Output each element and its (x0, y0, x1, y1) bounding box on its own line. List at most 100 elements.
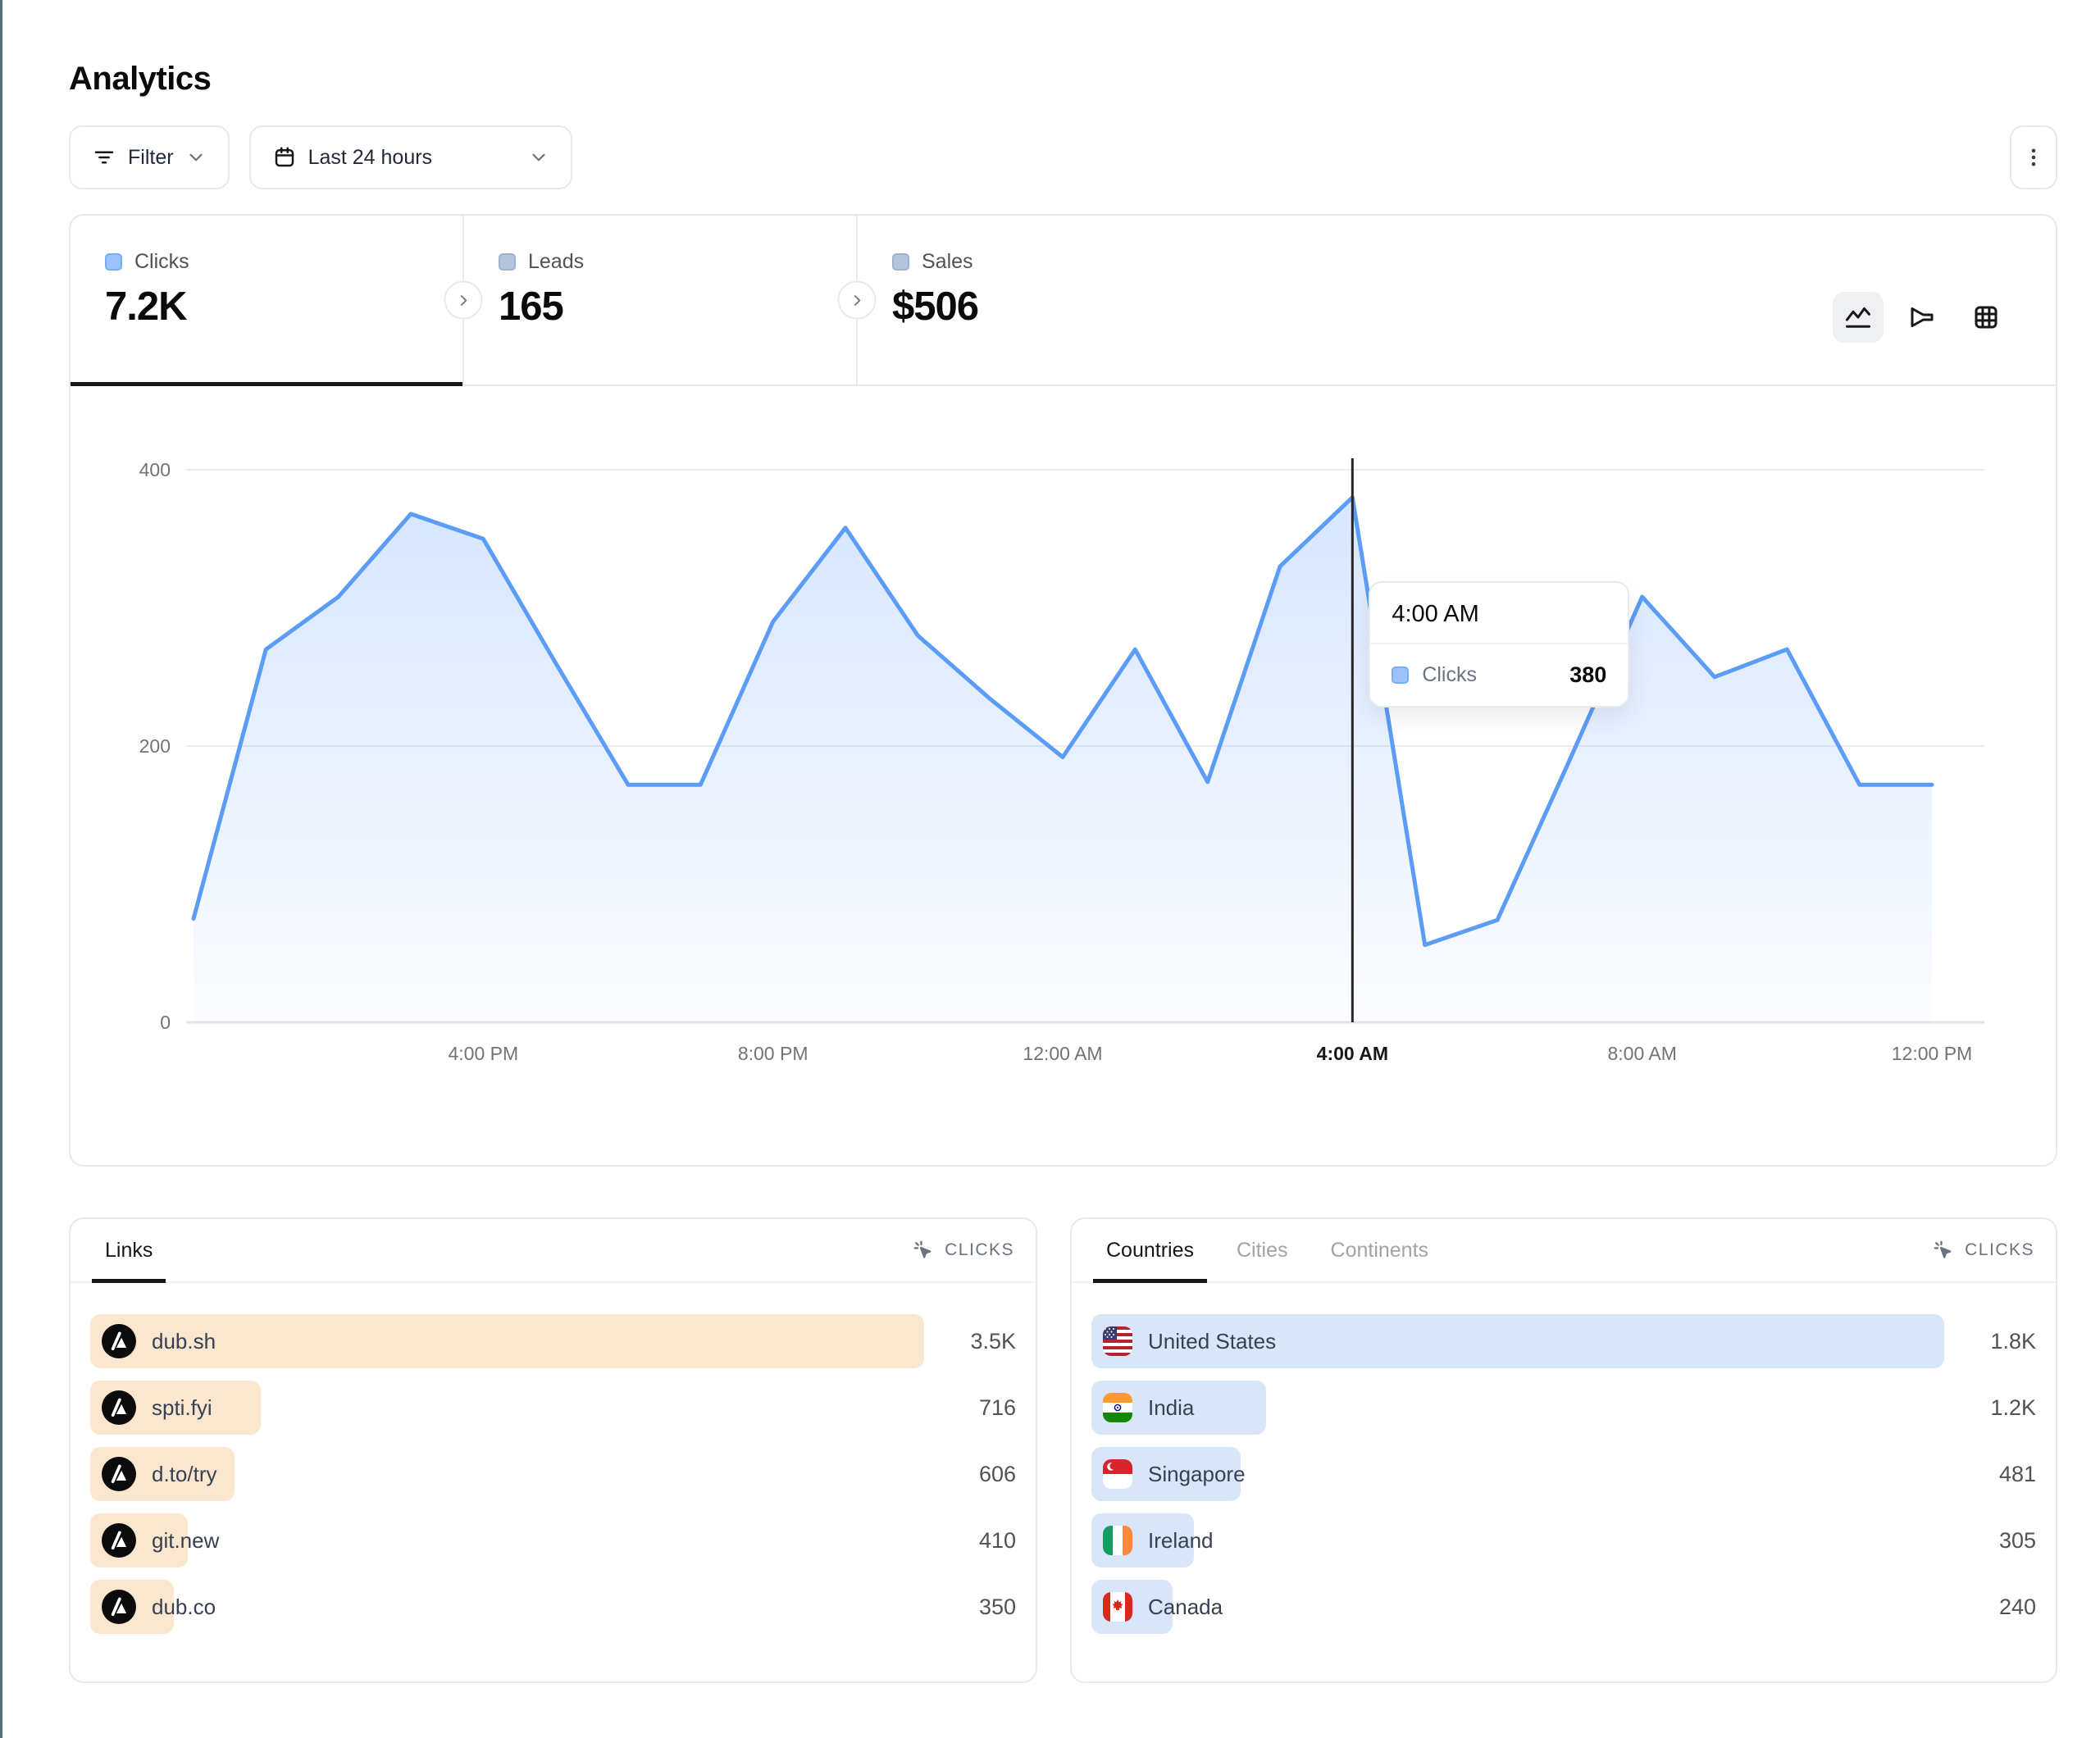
links-list: dub.sh3.5K spti.fyi 716 d.to/try606 git.n… (71, 1283, 1036, 1634)
row-label: India (1148, 1395, 1194, 1421)
clicks-swatch-icon (105, 253, 122, 271)
table-row[interactable]: dub.sh3.5K (90, 1314, 1016, 1368)
chevron-right-icon (454, 291, 472, 309)
table-row[interactable]: d.to/try606 (90, 1447, 1016, 1501)
page-title: Analytics (69, 61, 2057, 98)
cursor-click-icon (912, 1239, 935, 1262)
countries-list: United States 1.8K India1.2K Singapore 481… (1072, 1283, 2056, 1634)
cursor-click-icon (1932, 1239, 1955, 1262)
link-favicon-icon (102, 1590, 136, 1624)
tab-leads[interactable]: Leads 165 (464, 216, 856, 384)
link-favicon-icon (102, 1457, 136, 1491)
svg-text:200: 200 (139, 735, 171, 757)
table-row[interactable]: India1.2K (1091, 1381, 2036, 1435)
leads-swatch-icon (499, 253, 516, 271)
row-label: git.new (152, 1528, 219, 1554)
row-label: spti.fyi (152, 1395, 212, 1421)
chart-type-line-button[interactable] (1833, 292, 1884, 343)
table-row[interactable]: Ireland 305 (1091, 1513, 2036, 1567)
filter-icon (92, 145, 116, 170)
table-row[interactable]: spti.fyi 716 (90, 1381, 1016, 1435)
table-row[interactable]: git.new 410 (90, 1513, 1016, 1567)
date-range-label: Last 24 hours (308, 146, 433, 170)
tab-clicks[interactable]: Clicks 7.2K (71, 216, 462, 384)
links-metric-label: CLICKS (945, 1240, 1014, 1260)
us-flag-icon (1103, 1326, 1132, 1356)
table-row[interactable]: Singapore 481 (1091, 1447, 2036, 1501)
row-clicks-value: 350 (924, 1595, 1016, 1620)
chevron-down-icon (185, 147, 207, 168)
link-favicon-icon (102, 1390, 136, 1425)
tab-cities[interactable]: Cities (1233, 1219, 1291, 1281)
row-label: dub.co (152, 1595, 216, 1620)
svg-text:12:00 AM: 12:00 AM (1023, 1043, 1102, 1064)
grid-icon (1971, 303, 2001, 332)
ie-flag-icon (1103, 1526, 1132, 1555)
chart-tooltip: 4:00 AM Clicks 380 (1369, 581, 1629, 707)
svg-text:8:00 AM: 8:00 AM (1607, 1043, 1676, 1064)
sales-value: $506 (892, 284, 978, 330)
window-edge-strip (0, 0, 2, 1738)
line-chart-icon (1843, 303, 1873, 332)
filter-label: Filter (128, 146, 174, 170)
tooltip-swatch-icon (1392, 667, 1409, 684)
links-metric-selector[interactable]: CLICKS (912, 1239, 1014, 1262)
toolbar: Filter Last 24 hours (69, 125, 2057, 189)
row-clicks-value: 305 (1944, 1528, 2036, 1554)
table-row[interactable]: dub.co 350 (90, 1580, 1016, 1634)
countries-panel: Countries Cities Continents CLICKS U (1070, 1217, 2057, 1683)
in-flag-icon (1103, 1393, 1132, 1422)
funnel-icon (1907, 303, 1937, 332)
chevron-down-icon (528, 147, 549, 168)
clicks-label: Clicks (134, 250, 189, 274)
kebab-menu-icon (2022, 146, 2045, 169)
table-row[interactable]: United States 1.8K (1091, 1314, 2036, 1368)
row-label: United States (1148, 1329, 1276, 1354)
tab-countries[interactable]: Countries (1103, 1219, 1197, 1281)
expand-sales-button[interactable] (838, 281, 877, 320)
analytics-card: Clicks 7.2K Leads 165 (69, 214, 2057, 1167)
svg-text:12:00 PM: 12:00 PM (1892, 1043, 1972, 1064)
sales-swatch-icon (892, 253, 909, 271)
link-favicon-icon (102, 1523, 136, 1558)
row-label: Ireland (1148, 1528, 1214, 1554)
clicks-area-chart[interactable]: 0 200 400 4:00 PM 8:00 PM 12:00 AM 4:00 AM 8:00… (71, 386, 2056, 1165)
chevron-right-icon (848, 291, 866, 309)
chart-type-switcher (1833, 250, 2056, 384)
chart-type-funnel-button[interactable] (1897, 292, 1947, 343)
clicks-value: 7.2K (105, 284, 462, 330)
calendar-icon (272, 145, 297, 170)
row-clicks-value: 481 (1944, 1462, 2036, 1487)
row-clicks-value: 410 (924, 1528, 1016, 1554)
date-range-button[interactable]: Last 24 hours (249, 125, 572, 189)
table-row[interactable]: Canada 240 (1091, 1580, 2036, 1634)
expand-leads-button[interactable] (444, 281, 483, 320)
sales-label: Sales (922, 250, 973, 274)
svg-text:4:00 AM: 4:00 AM (1317, 1043, 1388, 1064)
link-favicon-icon (102, 1324, 136, 1358)
svg-text:400: 400 (139, 459, 171, 480)
filter-button[interactable]: Filter (69, 125, 230, 189)
row-clicks-value: 716 (924, 1395, 1016, 1421)
more-options-button[interactable] (2010, 125, 2057, 189)
links-panel: Links CLICKS dub.sh3.5K spti.fyi 716 d.to… (69, 1217, 1037, 1683)
svg-text:0: 0 (160, 1012, 171, 1033)
tooltip-time: 4:00 AM (1370, 583, 1628, 643)
sg-flag-icon (1103, 1459, 1132, 1489)
row-clicks-value: 240 (1944, 1595, 2036, 1620)
tab-links[interactable]: Links (102, 1219, 156, 1281)
tab-sales[interactable]: Sales $506 (858, 216, 2056, 384)
svg-text:4:00 PM: 4:00 PM (449, 1043, 519, 1064)
leads-label: Leads (528, 250, 584, 274)
row-clicks-value: 3.5K (924, 1329, 1016, 1354)
ca-flag-icon (1103, 1592, 1132, 1622)
row-clicks-value: 1.8K (1944, 1329, 2036, 1354)
leads-value: 165 (499, 284, 856, 330)
tab-continents[interactable]: Continents (1328, 1219, 1433, 1281)
breakdown-panels: Links CLICKS dub.sh3.5K spti.fyi 716 d.to… (69, 1217, 2057, 1683)
svg-text:8:00 PM: 8:00 PM (738, 1043, 809, 1064)
row-label: Singapore (1148, 1462, 1246, 1487)
countries-metric-selector[interactable]: CLICKS (1932, 1239, 2034, 1262)
row-label: Canada (1148, 1595, 1223, 1620)
chart-type-table-button[interactable] (1961, 292, 2011, 343)
